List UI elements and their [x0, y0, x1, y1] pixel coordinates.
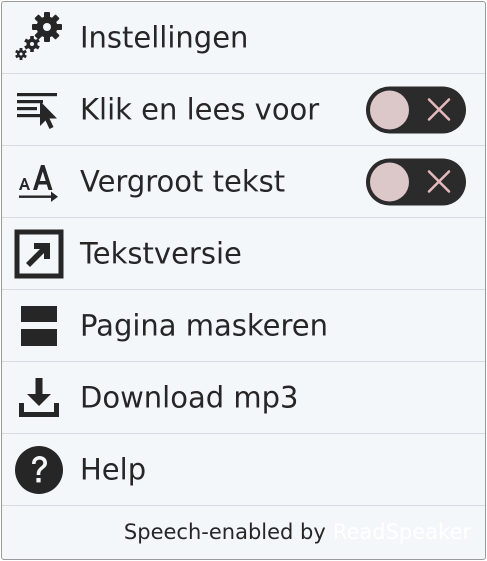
toggle-knob [370, 162, 409, 201]
menu-item-label: Klik en lees voor [80, 92, 320, 126]
menu-item-label: Pagina maskeren [80, 308, 329, 342]
speech-enabled-text: Speech-enabled by [123, 520, 326, 544]
menu-item-label: Download mp3 [80, 380, 299, 414]
menu-item-label: Instellingen [80, 20, 249, 54]
menu-item-text-version[interactable]: Tekstversie [2, 218, 485, 290]
menu-item-page-mask[interactable]: Pagina maskeren [2, 290, 485, 362]
menu-item-download-mp3[interactable]: Download mp3 [2, 362, 485, 434]
external-link-icon [13, 228, 65, 280]
toggle-knob [370, 90, 409, 129]
menu-item-label: Tekstversie [80, 236, 242, 270]
gear-icon [13, 11, 65, 64]
menu-item-click-and-read[interactable]: Klik en lees voor [2, 74, 485, 146]
menu-item-enlarge-text[interactable]: Vergroot tekst [2, 146, 485, 218]
click-and-read-toggle[interactable] [366, 86, 466, 133]
close-icon [427, 170, 451, 193]
menu-item-settings[interactable]: Instellingen [2, 2, 485, 74]
powered-by-footer: Speech-enabled by ReadSpeaker [2, 505, 485, 559]
click-read-icon [13, 84, 65, 136]
close-icon [427, 98, 451, 121]
menu-item-label: Vergroot tekst [80, 164, 286, 198]
readspeaker-menu-panel: Instellingen Klik en lees voor Vergroot … [1, 1, 486, 560]
menu-item-help[interactable]: Help [2, 434, 485, 506]
enlarge-text-toggle[interactable] [366, 158, 466, 205]
help-icon [13, 444, 65, 496]
download-icon [13, 372, 65, 424]
page-mask-icon [13, 300, 65, 352]
enlarge-text-icon [13, 156, 65, 208]
readspeaker-link[interactable]: ReadSpeaker [333, 520, 471, 544]
menu-item-label: Help [80, 452, 147, 486]
